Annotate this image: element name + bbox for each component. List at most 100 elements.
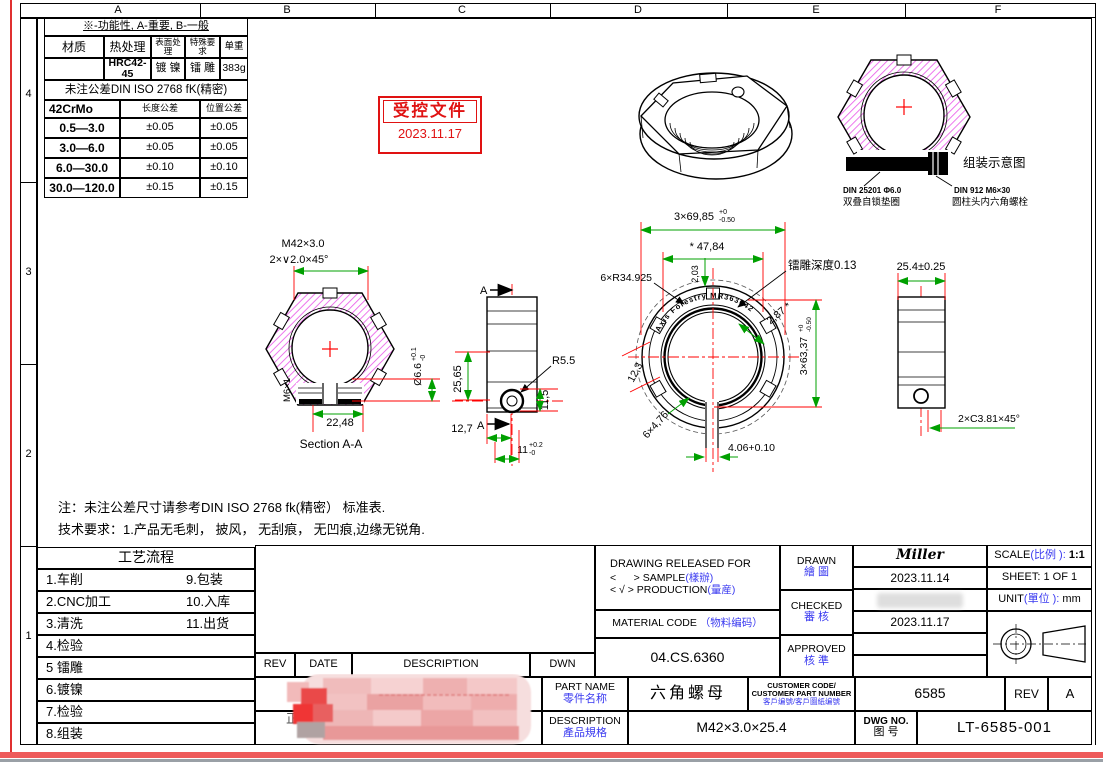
approved-label-cn: 核 準 — [804, 656, 829, 668]
grid-row-label: 2 — [20, 448, 37, 460]
grid-letter-band — [20, 3, 1096, 18]
grid-divider — [550, 3, 551, 18]
drawn-signature: Miller — [853, 545, 987, 567]
drawn-label-cell: DRAWN 繪 圖 — [780, 545, 853, 590]
part-name-label-cn: 零件名称 — [563, 694, 607, 706]
spec-value-surface: 镀 镍 — [151, 58, 185, 80]
material-code-label: MATERIAL CODE — [612, 618, 697, 629]
sheet-cell: SHEET: 1 OF 1 — [987, 567, 1092, 589]
production-label-cn: (量産) — [707, 584, 735, 596]
spec-len-tol: ±0.10 — [120, 158, 200, 178]
part-name-label-cell: PART NAME 零件名称 — [542, 677, 628, 711]
drawn-label-cn: 繪 圖 — [804, 567, 829, 579]
drawn-date: 2023.11.14 — [853, 567, 987, 589]
production-checkbox: < √ > — [610, 584, 634, 596]
description-label-cn: 產品規格 — [563, 728, 607, 740]
dwg-no-value: LT-6585-001 — [917, 711, 1092, 745]
process-title: 工艺流程 — [37, 547, 255, 569]
redacted-stamp-mosaic — [283, 674, 545, 746]
note-line-1: 注：未注公差尺寸请参考DIN ISO 2768 fk(精密） 标准表. — [58, 497, 385, 516]
spec-pos-tol: ±0.10 — [200, 158, 248, 178]
grid-row-label: 4 — [20, 88, 37, 100]
checked-label-cn: 審 核 — [804, 612, 829, 624]
note-line-2: 技术要求：1.产品无毛刺， 披风， 无刮痕， 无凹痕,边缘无锐角. — [58, 519, 425, 538]
checked-label-cell: CHECKED 審 核 — [780, 590, 853, 635]
material-code-label-cn: （物料编码） — [700, 618, 763, 629]
process-step: 7.检验 — [38, 705, 83, 719]
customer-code-label-cn: 客戶编號/客戶圖紙编號 — [763, 698, 840, 706]
sample-option: < > SAMPLE(樣辦) — [610, 573, 713, 584]
spec-note: ※-功能性, A-重要, B-一般 — [44, 18, 248, 36]
spec-length-tol-header: 长度公差 — [120, 100, 200, 118]
dwg-no-label-cell: DWG NO. 图 号 — [855, 711, 917, 745]
unit-label: UNIT — [998, 594, 1024, 606]
process-step: 1.车削 — [38, 573, 83, 587]
spec-note-text: ※-功能性, A-重要, B-一般 — [83, 21, 209, 33]
sample-checkbox: < > — [610, 572, 640, 584]
stamp-date: 2023.11.17 — [380, 126, 480, 141]
spec-range: 30.0—120.0 — [44, 178, 120, 198]
spec-pos-tol: ±0.05 — [200, 138, 248, 158]
customer-code-value: 6585 — [855, 677, 1005, 711]
process-step: 9.包装 — [186, 573, 223, 587]
spec-value-material — [44, 58, 104, 80]
spec-range: 0.5—3.0 — [44, 118, 120, 138]
spec-pos-tol: ±0.15 — [200, 178, 248, 198]
revision-history-area — [255, 545, 595, 653]
production-option: < √ > PRODUCTION(量産) — [610, 585, 735, 596]
process-step: 8.组装 — [38, 727, 83, 741]
released-for-block: DRAWING RELEASED FOR < > SAMPLE(樣辦) < √ … — [595, 545, 780, 610]
spec-material-grade: 42CrMo — [44, 100, 120, 118]
outer-right-line — [1095, 3, 1096, 745]
projection-symbol-cell — [987, 611, 1092, 677]
unit-value: mm — [1062, 594, 1080, 606]
process-step: 2.CNC加工 — [38, 595, 111, 609]
unit-label-cn: (單位 ): — [1024, 594, 1059, 606]
spec-pos-tol-header: 位置公差 — [200, 100, 248, 118]
dwg-no-label-cn: 图 号 — [873, 727, 898, 739]
grid-col-label: B — [267, 4, 307, 16]
released-for-label: DRAWING RELEASED FOR — [610, 559, 751, 571]
grid-divider — [375, 3, 376, 18]
scale-label: SCALE — [994, 550, 1030, 562]
grid-col-label: D — [618, 4, 658, 16]
grid-row-label: 1 — [20, 630, 37, 642]
grid-row-label: 3 — [20, 266, 37, 278]
footer-red-bar — [0, 752, 1103, 758]
unit-cell: UNIT(單位 ): mm — [987, 589, 1092, 611]
scale-label-cn: (比例 ): — [1030, 550, 1065, 562]
grid-divider — [200, 3, 201, 18]
grid-divider — [727, 3, 728, 18]
spec-range: 6.0—30.0 — [44, 158, 120, 178]
projection-symbol — [988, 612, 1091, 676]
process-row: 4.检验 — [37, 635, 255, 657]
spec-tolerance-note: 未注公差DIN ISO 2768 fK(精密) — [44, 80, 248, 100]
process-row: 6.镀镍 — [37, 679, 255, 701]
grid-col-label: C — [442, 4, 482, 16]
part-name-value: 六角螺母 — [628, 677, 748, 711]
spec-header-special: 特殊要求 — [185, 36, 220, 58]
material-code-value: 04.CS.6360 — [595, 638, 780, 677]
customer-code-label-cell: CUSTOMER CODE/ CUSTOMER PART NUMBER 客戶编號… — [748, 677, 855, 711]
process-row: 8.组装 — [37, 723, 255, 745]
spec-len-tol: ±0.15 — [120, 178, 200, 198]
spec-range: 3.0—6.0 — [44, 138, 120, 158]
sheet-value: 1 OF 1 — [1043, 572, 1077, 584]
scale-value: 1:1 — [1069, 550, 1085, 562]
rev-value-cell: A — [1048, 677, 1092, 711]
checked-signature-cell — [853, 589, 987, 611]
rev-label-cell: REV — [1005, 677, 1048, 711]
grid-divider — [20, 182, 37, 183]
grid-divider — [20, 546, 37, 547]
process-step: 3.清洗 — [38, 617, 83, 631]
process-row: 2.CNC加工 10.入库 — [37, 591, 255, 613]
grid-col-label: E — [796, 4, 836, 16]
controlled-doc-stamp: 受控文件 2023.11.17 — [378, 96, 482, 154]
spec-header-surface: 表面处理 — [151, 36, 185, 58]
process-step: 11.出货 — [186, 617, 229, 631]
spec-header-weight: 单重 — [220, 36, 248, 58]
description-label-cell: DESCRIPTION 產品規格 — [542, 711, 628, 745]
engineering-drawing-page: A B C D E F 4 3 2 1 ※-功能性, A-重要, B-一般 材质… — [0, 0, 1103, 762]
spec-value-heat: HRC42-45 — [104, 58, 151, 80]
grid-divider — [20, 364, 37, 365]
